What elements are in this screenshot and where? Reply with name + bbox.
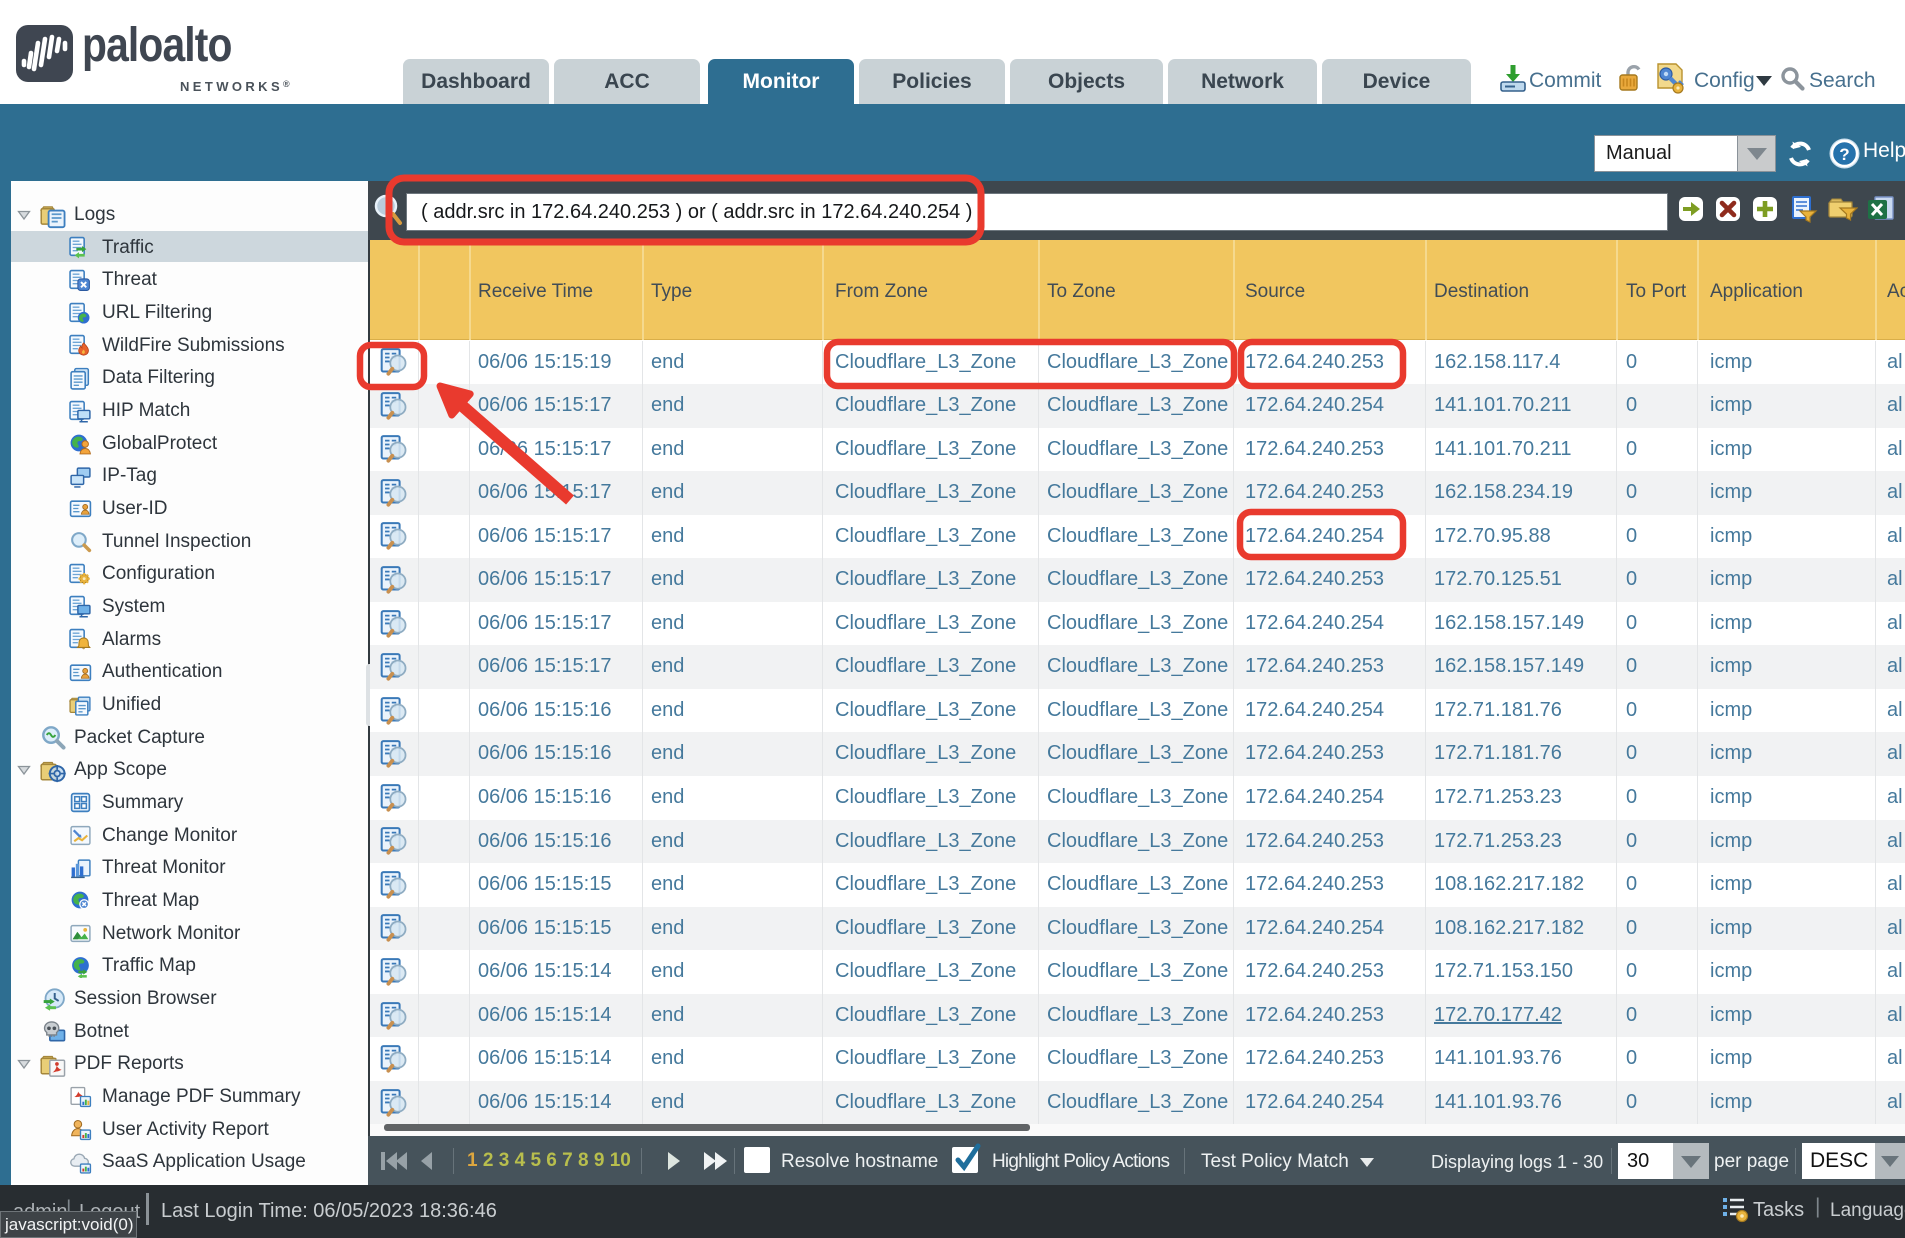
svg-text:?: ? [1839,145,1849,164]
